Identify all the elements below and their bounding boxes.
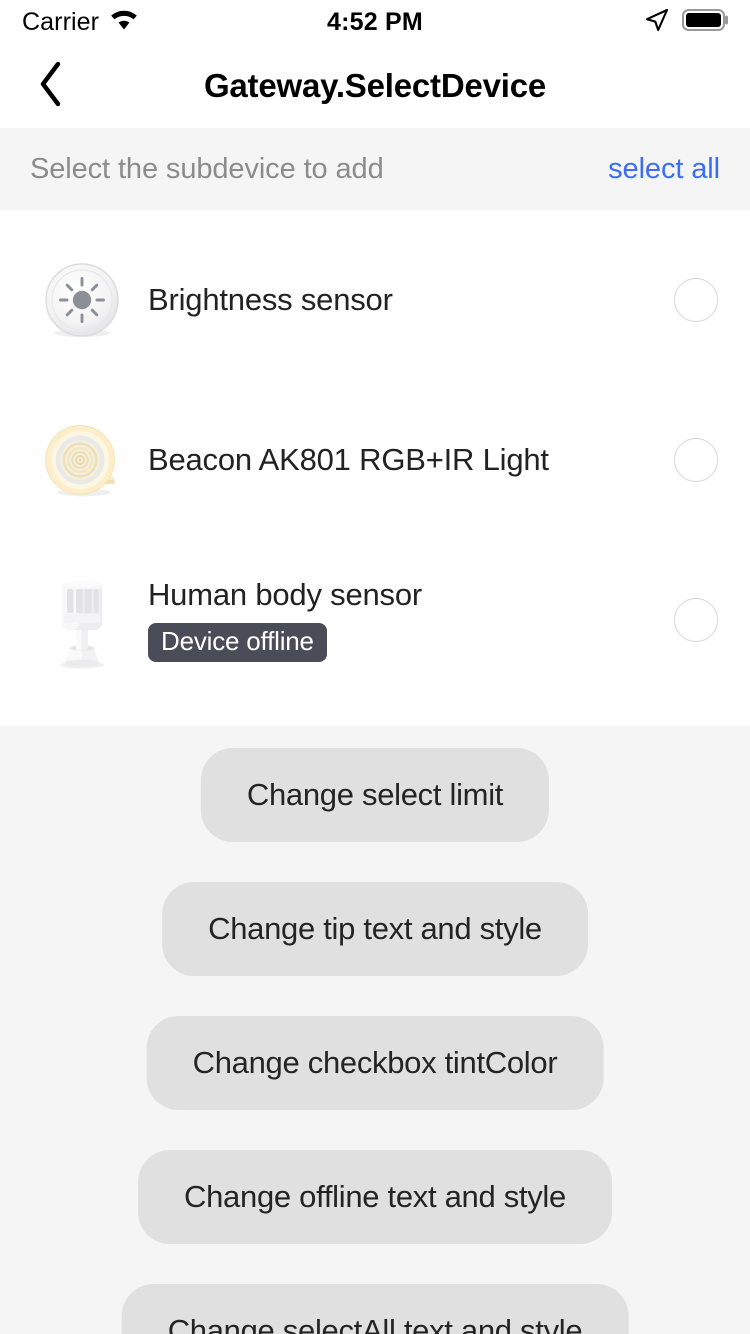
- app-screen: Carrier 4:52 PM Gateway.SelectDevice Sel…: [0, 0, 750, 1334]
- device-checkbox[interactable]: [674, 278, 718, 322]
- change-offline-text-button[interactable]: Change offline text and style: [138, 1150, 612, 1244]
- battery-full-icon: [682, 8, 730, 37]
- device-name: Brightness sensor: [148, 281, 393, 317]
- demo-actions-panel: Change select limit Change tip text and …: [0, 726, 750, 1334]
- change-selectall-text-button[interactable]: Change selectAll text and style: [121, 1284, 629, 1334]
- device-row-brightness-sensor[interactable]: Brightness sensor: [0, 220, 750, 380]
- brightness-sensor-icon: [40, 254, 124, 346]
- device-info: Human body sensor Device offline: [148, 577, 640, 662]
- status-bar-center: 4:52 PM: [0, 0, 750, 44]
- device-list: Brightness sensor Beacon AK801 RGB+IR Li…: [0, 210, 750, 726]
- device-name: Beacon AK801 RGB+IR Light: [148, 441, 549, 477]
- tip-bar: Select the subdevice to add select all: [0, 128, 750, 210]
- change-select-limit-button[interactable]: Change select limit: [200, 748, 550, 842]
- tip-label: Select the subdevice to add: [30, 152, 384, 185]
- status-bar: Carrier 4:52 PM: [0, 0, 750, 44]
- location-arrow-icon: [644, 7, 670, 38]
- device-row-human-body-sensor[interactable]: Human body sensor Device offline: [0, 540, 750, 700]
- device-checkbox[interactable]: [674, 598, 718, 642]
- device-info: Beacon AK801 RGB+IR Light: [148, 441, 640, 477]
- change-checkbox-tintcolor-button[interactable]: Change checkbox tintColor: [146, 1016, 604, 1110]
- device-name: Human body sensor: [148, 577, 423, 613]
- device-row-beacon-ak801[interactable]: Beacon AK801 RGB+IR Light: [0, 380, 750, 540]
- page-title: Gateway.SelectDevice: [203, 67, 547, 104]
- status-bar-right: [644, 0, 730, 44]
- device-info: Brightness sensor: [148, 281, 640, 317]
- clock-label: 4:52 PM: [327, 7, 423, 36]
- navigation-bar: Gateway.SelectDevice: [0, 44, 750, 128]
- change-tip-text-button[interactable]: Change tip text and style: [162, 882, 588, 976]
- status-badge: Device offline: [148, 622, 327, 662]
- device-checkbox[interactable]: [674, 438, 718, 482]
- led-strip-coil-icon: [40, 414, 124, 506]
- pir-motion-sensor-icon: [40, 574, 124, 669]
- select-all-button[interactable]: select all: [608, 153, 720, 186]
